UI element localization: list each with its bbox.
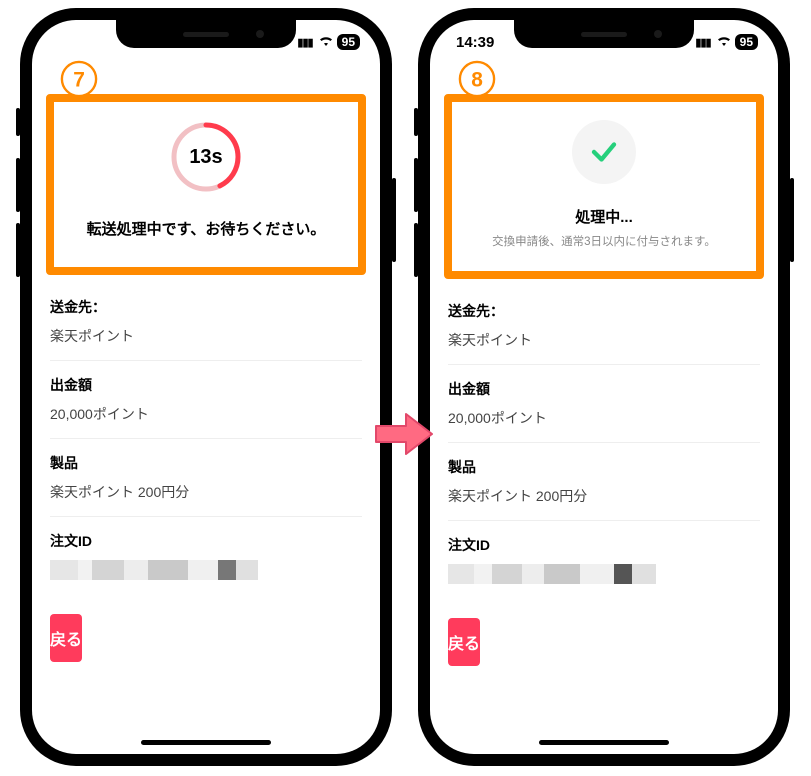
- destination-label: 送金先：: [448, 301, 760, 321]
- product-label: 製品: [448, 457, 760, 477]
- signal-icon: ▮▮▮: [297, 36, 314, 49]
- step-badge-7: 7: [60, 60, 98, 98]
- order-id-redacted: [50, 560, 362, 580]
- screen-left: ▮▮▮ 95 7 13s: [32, 20, 380, 754]
- back-button[interactable]: 戻る: [50, 614, 82, 662]
- home-indicator[interactable]: [141, 740, 271, 745]
- section-destination: 送金先： 楽天ポイント: [448, 279, 760, 365]
- wifi-icon: [716, 34, 732, 50]
- countdown-timer: 13s: [169, 120, 243, 194]
- volume-up-button: [414, 158, 418, 212]
- status-right: ▮▮▮ 95: [297, 34, 360, 50]
- success-check-icon: [572, 120, 636, 184]
- battery-badge: 95: [735, 34, 758, 50]
- arrow-right-icon: [374, 410, 434, 458]
- section-amount: 出金額 20,000ポイント: [448, 365, 760, 443]
- volume-down-button: [414, 223, 418, 277]
- phone-frame-right: 14:39 ▮▮▮ 95 8: [418, 8, 790, 766]
- amount-label: 出金額: [448, 379, 760, 399]
- signal-icon: ▮▮▮: [695, 36, 712, 49]
- section-product: 製品 楽天ポイント 200円分: [448, 443, 760, 521]
- details-list: 送金先： 楽天ポイント 出金額 20,000ポイント 製品 楽天ポイント 200…: [32, 275, 380, 594]
- power-button: [392, 178, 396, 262]
- order-id-label: 注文ID: [50, 531, 362, 551]
- status-right: ▮▮▮ 95: [695, 34, 758, 50]
- svg-text:8: 8: [471, 69, 483, 92]
- amount-value: 20,000ポイント: [50, 404, 362, 424]
- order-id-label: 注文ID: [448, 535, 760, 555]
- home-indicator[interactable]: [539, 740, 669, 745]
- silent-switch: [16, 108, 20, 136]
- amount-label: 出金額: [50, 375, 362, 395]
- destination-value: 楽天ポイント: [448, 330, 760, 350]
- status-card-processing: 13s 転送処理中です、お待ちください。: [46, 94, 366, 275]
- section-order-id: 注文ID: [50, 517, 362, 594]
- section-order-id: 注文ID: [448, 521, 760, 598]
- section-product: 製品 楽天ポイント 200円分: [50, 439, 362, 517]
- volume-up-button: [16, 158, 20, 212]
- destination-label: 送金先：: [50, 297, 362, 317]
- details-list: 送金先： 楽天ポイント 出金額 20,000ポイント 製品 楽天ポイント 200…: [430, 279, 778, 598]
- destination-value: 楽天ポイント: [50, 326, 362, 346]
- step-badge-8: 8: [458, 60, 496, 98]
- volume-down-button: [16, 223, 20, 277]
- order-id-redacted: [448, 564, 760, 584]
- back-button[interactable]: 戻る: [448, 618, 480, 666]
- notch: [116, 20, 296, 48]
- product-label: 製品: [50, 453, 362, 473]
- phone-frame-left: ▮▮▮ 95 7 13s: [20, 8, 392, 766]
- screen-right: 14:39 ▮▮▮ 95 8: [430, 20, 778, 754]
- battery-badge: 95: [337, 34, 360, 50]
- amount-value: 20,000ポイント: [448, 408, 760, 428]
- product-value: 楽天ポイント 200円分: [448, 486, 760, 506]
- done-subtitle: 交換申請後、通常3日以内に付与されます。: [464, 233, 744, 249]
- notch: [514, 20, 694, 48]
- section-amount: 出金額 20,000ポイント: [50, 361, 362, 439]
- power-button: [790, 178, 794, 262]
- wifi-icon: [318, 34, 334, 50]
- product-value: 楽天ポイント 200円分: [50, 482, 362, 502]
- svg-text:7: 7: [73, 69, 85, 92]
- silent-switch: [414, 108, 418, 136]
- done-title: 処理中...: [464, 206, 744, 227]
- processing-message: 転送処理中です、お待ちください。: [66, 218, 346, 239]
- section-destination: 送金先： 楽天ポイント: [50, 275, 362, 361]
- countdown-value: 13s: [169, 120, 243, 194]
- status-time: 14:39: [456, 34, 494, 51]
- status-card-done: 処理中... 交換申請後、通常3日以内に付与されます。: [444, 94, 764, 279]
